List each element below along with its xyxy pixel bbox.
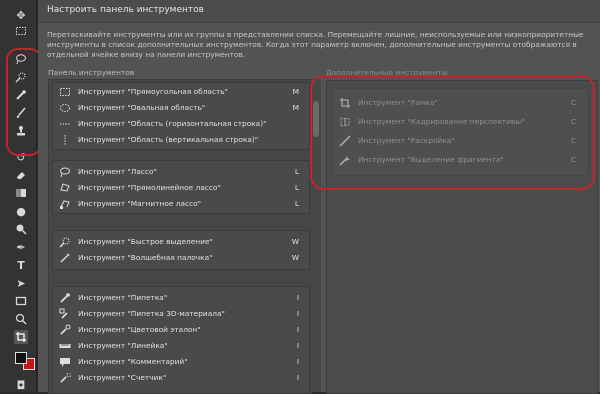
lasso-icon [59, 166, 71, 178]
shortcut-key: L [294, 167, 299, 176]
dialog-description: Перетаскивайте инструменты или их группы… [47, 30, 584, 59]
pen-tool-icon[interactable]: ✒ [14, 240, 28, 254]
row-marquee-icon [59, 118, 71, 130]
shortcut-key: I [296, 309, 299, 318]
tool-name: Инструмент "Область (горизонтальная стро… [78, 119, 267, 128]
polygonal-lasso-icon [59, 182, 71, 194]
tool-group[interactable]: Инструмент "Пипетка" I Инструмент "Пипет… [52, 286, 310, 393]
list-item[interactable]: 123 Инструмент "Счетчик" I [58, 371, 309, 385]
list-item[interactable]: Инструмент "Быстрое выделение" W [58, 235, 309, 249]
move-tool-icon[interactable]: ✥ [14, 8, 28, 22]
shortcut-key: W [291, 237, 299, 246]
tool-name: Инструмент "Область (вертикальная строка… [78, 135, 259, 144]
note-icon [59, 356, 71, 368]
tool-name: Инструмент "Пипетка 3D-материала" [78, 309, 225, 318]
customize-toolbar-dialog: Настроить панель инструментов Перетаскив… [38, 0, 600, 394]
column-marquee-icon [59, 134, 71, 146]
quick-selection-icon [59, 236, 71, 248]
list-item[interactable]: Инструмент "Пипетка" I [58, 291, 309, 305]
list-item[interactable]: Инструмент "Волшебная палочка" W [58, 251, 309, 265]
dodge-tool-icon[interactable] [14, 222, 28, 236]
list-item[interactable]: Инструмент "Область (горизонтальная стро… [58, 117, 309, 131]
magnetic-lasso-icon [59, 198, 71, 210]
tool-name: Инструмент "Пипетка" [78, 293, 168, 302]
marquee-tool-icon[interactable] [14, 24, 28, 38]
shortcut-key: M [292, 103, 299, 112]
list-item[interactable]: Инструмент "Прямолинейное лассо" L [58, 181, 309, 195]
svg-text:123: 123 [66, 373, 71, 379]
quick-mask-icon[interactable]: ◘ [14, 378, 28, 392]
gradient-tool-icon[interactable] [14, 186, 28, 200]
tool-name: Инструмент "Прямолинейное лассо" [78, 183, 221, 192]
tool-name: Инструмент "Лассо" [78, 167, 157, 176]
rect-marquee-icon [59, 86, 71, 98]
toolbar-list-label: Панель инструментов [48, 68, 135, 77]
extra-tools-highlight-marker [310, 75, 595, 190]
shortcut-key: L [294, 183, 299, 192]
shortcut-key: I [296, 341, 299, 350]
shortcut-key: I [296, 357, 299, 366]
magic-wand-icon [59, 252, 71, 264]
tool-group[interactable]: Инструмент "Лассо" L Инструмент "Прямоли… [52, 160, 310, 214]
rectangle-tool-icon[interactable] [14, 294, 28, 308]
ruler-icon [59, 340, 71, 352]
list-item[interactable]: Инструмент "Линейка" I [58, 339, 309, 353]
foreground-color-swatch[interactable] [15, 352, 27, 364]
eraser-tool-icon[interactable] [14, 168, 28, 182]
dialog-title: Настроить панель инструментов [47, 5, 204, 15]
tool-name: Инструмент "Счетчик" [78, 373, 167, 382]
list-item[interactable]: Инструмент "Пипетка 3D-материала" I [58, 307, 309, 321]
list-item[interactable]: Инструмент "Цветовой эталон" I [58, 323, 309, 337]
tool-name: Инструмент "Комментарий" [78, 357, 188, 366]
zoom-tool-icon[interactable] [14, 312, 28, 326]
shortcut-key: I [296, 373, 299, 382]
list-item[interactable]: Инструмент "Комментарий" I [58, 355, 309, 369]
type-tool-icon[interactable]: T [14, 258, 28, 272]
count-icon: 123 [59, 372, 76, 384]
list-item[interactable]: Инструмент "Область (вертикальная строка… [58, 133, 309, 147]
toolbar-highlight-marker [6, 48, 42, 156]
tool-group[interactable]: Инструмент "Прямоугольная область" M Инс… [52, 82, 310, 150]
color-sampler-icon [59, 324, 71, 336]
shortcut-key: L [294, 199, 299, 208]
list-item[interactable]: Инструмент "Овальная область" M [58, 101, 309, 115]
tool-name: Инструмент "Овальная область" [78, 103, 206, 112]
3d-eyedropper-icon [59, 308, 71, 320]
list-item[interactable]: Инструмент "Магнитное лассо" L [58, 197, 309, 211]
tool-name: Инструмент "Линейка" [78, 341, 168, 350]
shortcut-key: M [292, 87, 299, 96]
eyedropper-icon [59, 292, 71, 304]
tool-name: Инструмент "Магнитное лассо" [78, 199, 202, 208]
shortcut-key: I [296, 293, 299, 302]
shortcut-key: W [291, 253, 299, 262]
tool-name: Инструмент "Цветовой эталон" [78, 325, 201, 334]
list-item[interactable]: Инструмент "Прямоугольная область" M [58, 85, 309, 99]
blur-tool-icon[interactable]: ● [14, 204, 28, 218]
tool-name: Инструмент "Прямоугольная область" [78, 87, 229, 96]
tool-name: Инструмент "Быстрое выделение" [78, 237, 213, 246]
ellipse-marquee-icon [59, 102, 71, 114]
dialog-title-bar: Настроить панель инструментов [38, 0, 600, 23]
shortcut-key: I [296, 325, 299, 334]
crop-tool-icon[interactable] [14, 330, 28, 344]
toolbar-tool-list[interactable]: Инструмент "Прямоугольная область" M Инс… [48, 79, 312, 394]
path-selection-tool-icon[interactable]: ➤ [14, 276, 28, 290]
tool-group[interactable]: Инструмент "Быстрое выделение" W Инструм… [52, 230, 310, 270]
list-item[interactable]: Инструмент "Лассо" L [58, 165, 309, 179]
tool-name: Инструмент "Волшебная палочка" [78, 253, 213, 262]
